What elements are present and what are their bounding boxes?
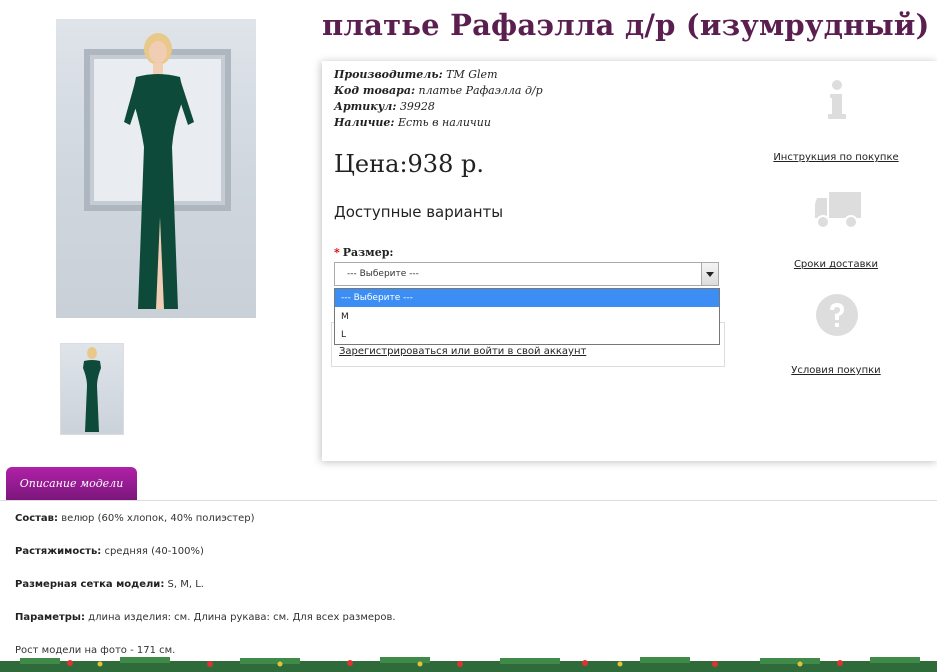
size-dropdown-list[interactable]: --- Выберите --- M L xyxy=(334,288,720,345)
required-mark: * xyxy=(334,246,340,259)
size-option-m[interactable]: M xyxy=(335,308,719,326)
product-price: Цена:938 р. xyxy=(334,150,484,178)
size-option-l[interactable]: L xyxy=(335,326,719,344)
spec-availability: Наличие: Есть в наличии xyxy=(334,116,491,129)
christmas-garland-decoration xyxy=(0,657,937,672)
product-main-photo[interactable] xyxy=(56,19,256,318)
variants-heading: Доступные варианты xyxy=(334,203,504,221)
size-select-value: --- Выберите --- xyxy=(347,269,419,279)
product-title: платье Рафаэлла д/р (изумрудный) xyxy=(322,8,930,42)
chevron-down-icon[interactable] xyxy=(701,263,718,285)
tab-model-description[interactable]: Описание модели xyxy=(6,467,137,501)
sidebar-link-purchase-terms[interactable]: Условия покупки xyxy=(780,365,892,376)
delivery-truck-icon[interactable] xyxy=(813,190,863,230)
spec-article: Артикул: 39928 xyxy=(334,100,435,113)
login-register-link[interactable]: Зарегистрироваться или войти в свой акка… xyxy=(339,346,586,357)
spec-manufacturer: Производитель: ТМ Glem xyxy=(334,68,498,81)
model-figure-thumb xyxy=(83,347,101,432)
info-icon[interactable] xyxy=(817,80,857,120)
sidebar-link-purchase-instructions[interactable]: Инструкция по покупке xyxy=(770,152,902,163)
product-specs: Производитель: ТМ Glem Код товара: плать… xyxy=(334,67,543,131)
desc-size-grid: Размерная сетка модели: S, M, L. xyxy=(15,579,204,590)
tab-divider xyxy=(0,500,937,501)
product-thumbnail[interactable] xyxy=(60,343,124,435)
sidebar-link-delivery-terms[interactable]: Сроки доставки xyxy=(780,259,892,270)
spec-product-code: Код товара: платье Рафаэлла д/р xyxy=(334,84,543,97)
size-select[interactable]: --- Выберите --- xyxy=(334,262,719,286)
size-option-placeholder[interactable]: --- Выберите --- xyxy=(335,289,719,307)
model-figure xyxy=(124,33,194,309)
desc-parameters: Параметры: длина изделия: см. Длина рука… xyxy=(15,612,396,623)
question-icon[interactable] xyxy=(815,293,859,337)
size-label: * Размер: xyxy=(334,246,394,259)
desc-composition: Состав: велюр (60% хлопок, 40% полиэстер… xyxy=(15,513,255,524)
desc-stretch: Растяжимость: средняя (40-100%) xyxy=(15,546,204,557)
